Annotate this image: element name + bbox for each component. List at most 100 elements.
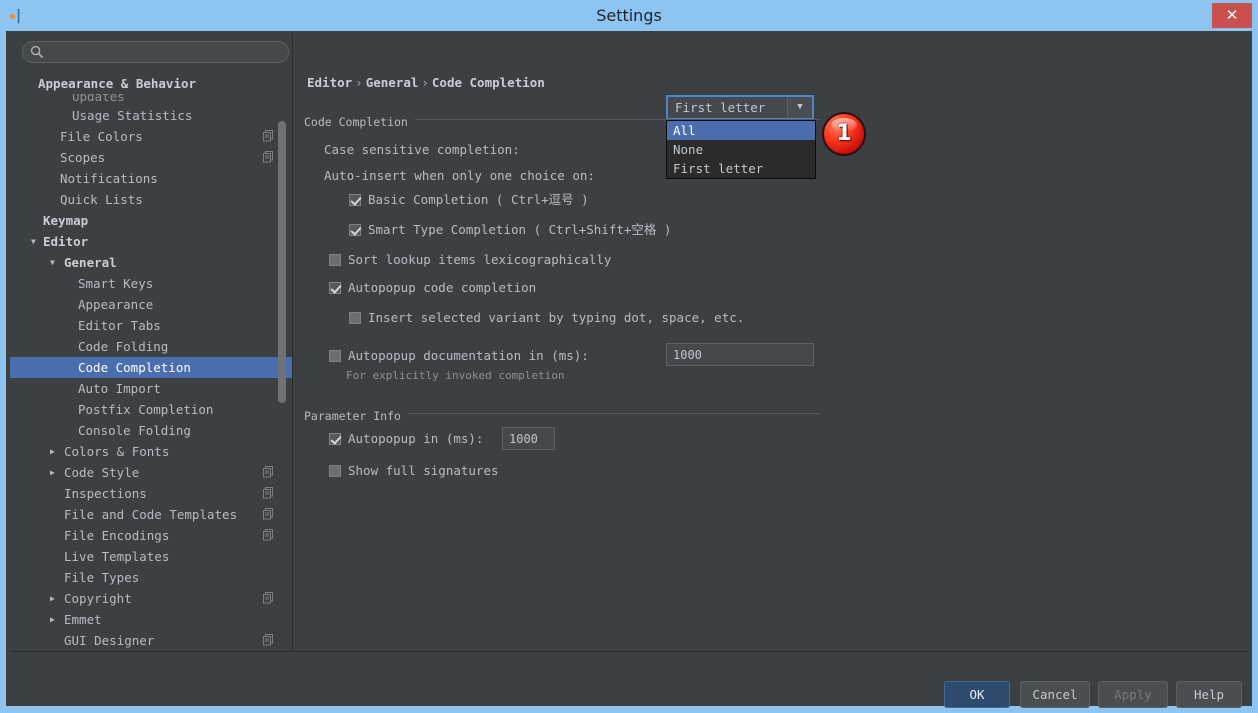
combo-option-all[interactable]: All <box>667 121 815 140</box>
sidebar-item-label: Usage Statistics <box>72 105 192 126</box>
sidebar-item-notifications[interactable]: Notifications <box>10 168 292 189</box>
help-button[interactable]: Help <box>1176 681 1242 708</box>
autopopup-doc-row[interactable]: Autopopup documentation in (ms): <box>329 348 589 364</box>
basic-completion-checkbox[interactable] <box>349 194 361 206</box>
ok-button[interactable]: OK <box>944 681 1010 708</box>
sidebar-item-live-templates[interactable]: Live Templates <box>10 546 292 567</box>
sidebar-item-keymap[interactable]: Keymap <box>10 210 292 231</box>
case-sensitive-combobox-popup[interactable]: AllNoneFirst letter <box>666 120 816 179</box>
param-autopopup-input[interactable] <box>502 427 555 450</box>
sidebar-item-updates[interactable]: Updates <box>10 94 292 105</box>
sidebar-item-smart-keys[interactable]: Smart Keys <box>10 273 292 294</box>
chevron-right-icon[interactable]: ▶ <box>50 441 55 462</box>
sidebar-item-label: Postfix Completion <box>78 399 213 420</box>
sidebar-item-colors-and-fonts[interactable]: ▶Colors & Fonts <box>10 441 292 462</box>
settings-content: Editor›General›Code Completion Code Comp… <box>294 33 1248 650</box>
chevron-down-icon[interactable]: ▼ <box>50 252 55 273</box>
sidebar-item-label: General <box>64 252 117 273</box>
sidebar-item-code-style[interactable]: ▶ Code Style <box>10 462 292 483</box>
autopopup-doc-label: Autopopup documentation in (ms): <box>348 348 589 363</box>
chevron-right-icon[interactable]: ▶ <box>50 588 55 609</box>
combo-option-first-letter[interactable]: First letter <box>667 159 815 178</box>
autopopup-doc-input[interactable] <box>666 343 814 366</box>
autopopup-code-completion-row[interactable]: Autopopup code completion <box>329 280 536 296</box>
sidebar-item-label: Keymap <box>43 210 88 231</box>
sidebar-scrollbar[interactable] <box>278 121 286 403</box>
sidebar-item-inspections[interactable]: Inspections <box>10 483 292 504</box>
basic-completion-label: Basic Completion ( Ctrl+逗号 ) <box>368 192 589 207</box>
insert-variant-label: Insert selected variant by typing dot, s… <box>368 310 744 325</box>
sidebar-item-copyright[interactable]: ▶ Copyright <box>10 588 292 609</box>
sidebar-item-scopes[interactable]: Scopes <box>10 147 292 168</box>
insert-variant-checkbox[interactable] <box>349 312 361 324</box>
show-full-signatures-checkbox[interactable] <box>329 465 341 477</box>
show-full-signatures-row[interactable]: Show full signatures <box>329 463 499 479</box>
sidebar-item-code-folding[interactable]: Code Folding <box>10 336 292 357</box>
settings-dialog: Appearance & BehaviorUpdatesUsage Statis… <box>6 31 1252 706</box>
cancel-button[interactable]: Cancel <box>1020 681 1090 708</box>
sidebar-item-label: Emmet <box>64 609 102 630</box>
chevron-down-icon[interactable]: ▼ <box>787 97 812 118</box>
sidebar-item-emmet[interactable]: ▶ Emmet <box>10 609 292 630</box>
autopopup-doc-hint: For explicitly invoked completion <box>346 369 565 382</box>
breadcrumb-part-editor[interactable]: Editor <box>307 75 352 90</box>
sort-lookup-label: Sort lookup items lexicographically <box>348 252 611 267</box>
copy-icon <box>263 487 274 499</box>
search-input[interactable] <box>22 41 289 63</box>
sidebar-item-general[interactable]: ▼ General <box>10 252 292 273</box>
sidebar-item-console-folding[interactable]: Console Folding <box>10 420 292 441</box>
sidebar-item-label: Editor <box>43 231 88 252</box>
sidebar-item-editor[interactable]: ▼ Editor <box>10 231 292 252</box>
sidebar-item-label: GUI Designer <box>64 630 154 650</box>
basic-completion-row[interactable]: Basic Completion ( Ctrl+逗号 ) <box>349 192 589 208</box>
sort-lookup-row[interactable]: Sort lookup items lexicographically <box>329 252 611 268</box>
sidebar-item-label: Notifications <box>60 168 158 189</box>
sidebar-item-label: File Colors <box>60 126 143 147</box>
case-sensitive-label: Case sensitive completion: <box>324 142 520 158</box>
copy-icon <box>263 466 274 478</box>
chevron-down-icon[interactable]: ▼ <box>31 231 36 252</box>
autopopup-code-completion-label: Autopopup code completion <box>348 280 536 295</box>
smart-type-completion-row[interactable]: Smart Type Completion ( Ctrl+Shift+空格 ) <box>349 222 671 238</box>
breadcrumb-part-general[interactable]: General <box>366 75 419 90</box>
settings-tree[interactable]: Appearance & BehaviorUpdatesUsage Statis… <box>10 73 292 650</box>
autopopup-doc-checkbox[interactable] <box>329 350 341 362</box>
sidebar-item-gui-designer[interactable]: GUI Designer <box>10 630 292 650</box>
param-autopopup-label: Autopopup in (ms): <box>348 431 483 446</box>
sidebar-item-file-and-code-templates[interactable]: File and Code Templates <box>10 504 292 525</box>
case-sensitive-combobox[interactable]: First letter ▼ <box>666 95 814 120</box>
sidebar-item-file-encodings[interactable]: File Encodings <box>10 525 292 546</box>
sidebar-item-label: Scopes <box>60 147 105 168</box>
sidebar-item-code-completion[interactable]: Code Completion <box>10 357 292 378</box>
sidebar-item-label: Auto Import <box>78 378 161 399</box>
sidebar-item-usage-statistics[interactable]: Usage Statistics <box>10 105 292 126</box>
sidebar-item-label: Appearance <box>78 294 153 315</box>
sidebar-item-appearance-and-behavior[interactable]: Appearance & Behavior <box>10 73 292 94</box>
param-autopopup-checkbox[interactable] <box>329 433 341 445</box>
sidebar-item-appearance[interactable]: Appearance <box>10 294 292 315</box>
sidebar-item-label: Code Style <box>64 462 139 483</box>
show-full-signatures-label: Show full signatures <box>348 463 499 478</box>
case-sensitive-combobox-value: First letter <box>675 97 765 118</box>
sidebar-item-label: Code Folding <box>78 336 168 357</box>
combo-option-none[interactable]: None <box>667 140 815 159</box>
autopopup-code-completion-checkbox[interactable] <box>329 282 341 294</box>
chevron-right-icon[interactable]: ▶ <box>50 609 55 630</box>
sidebar-item-editor-tabs[interactable]: Editor Tabs <box>10 315 292 336</box>
smart-type-completion-checkbox[interactable] <box>349 224 361 236</box>
sidebar-item-file-types[interactable]: File Types <box>10 567 292 588</box>
sidebar-item-label: Quick Lists <box>60 189 143 210</box>
sidebar-item-quick-lists[interactable]: Quick Lists <box>10 189 292 210</box>
insert-variant-row[interactable]: Insert selected variant by typing dot, s… <box>349 310 744 326</box>
sidebar-item-label: Live Templates <box>64 546 169 567</box>
sort-lookup-checkbox[interactable] <box>329 254 341 266</box>
sidebar-item-file-colors[interactable]: File Colors <box>10 126 292 147</box>
sidebar-item-label: File Types <box>64 567 139 588</box>
chevron-right-icon[interactable]: ▶ <box>50 462 55 483</box>
param-autopopup-row[interactable]: Autopopup in (ms): <box>329 431 483 447</box>
sidebar-item-auto-import[interactable]: Auto Import <box>10 378 292 399</box>
sidebar-item-label: Copyright <box>64 588 132 609</box>
sidebar-item-postfix-completion[interactable]: Postfix Completion <box>10 399 292 420</box>
close-icon[interactable]: ✕ <box>1212 3 1252 28</box>
sidebar-item-label: File and Code Templates <box>64 504 237 525</box>
